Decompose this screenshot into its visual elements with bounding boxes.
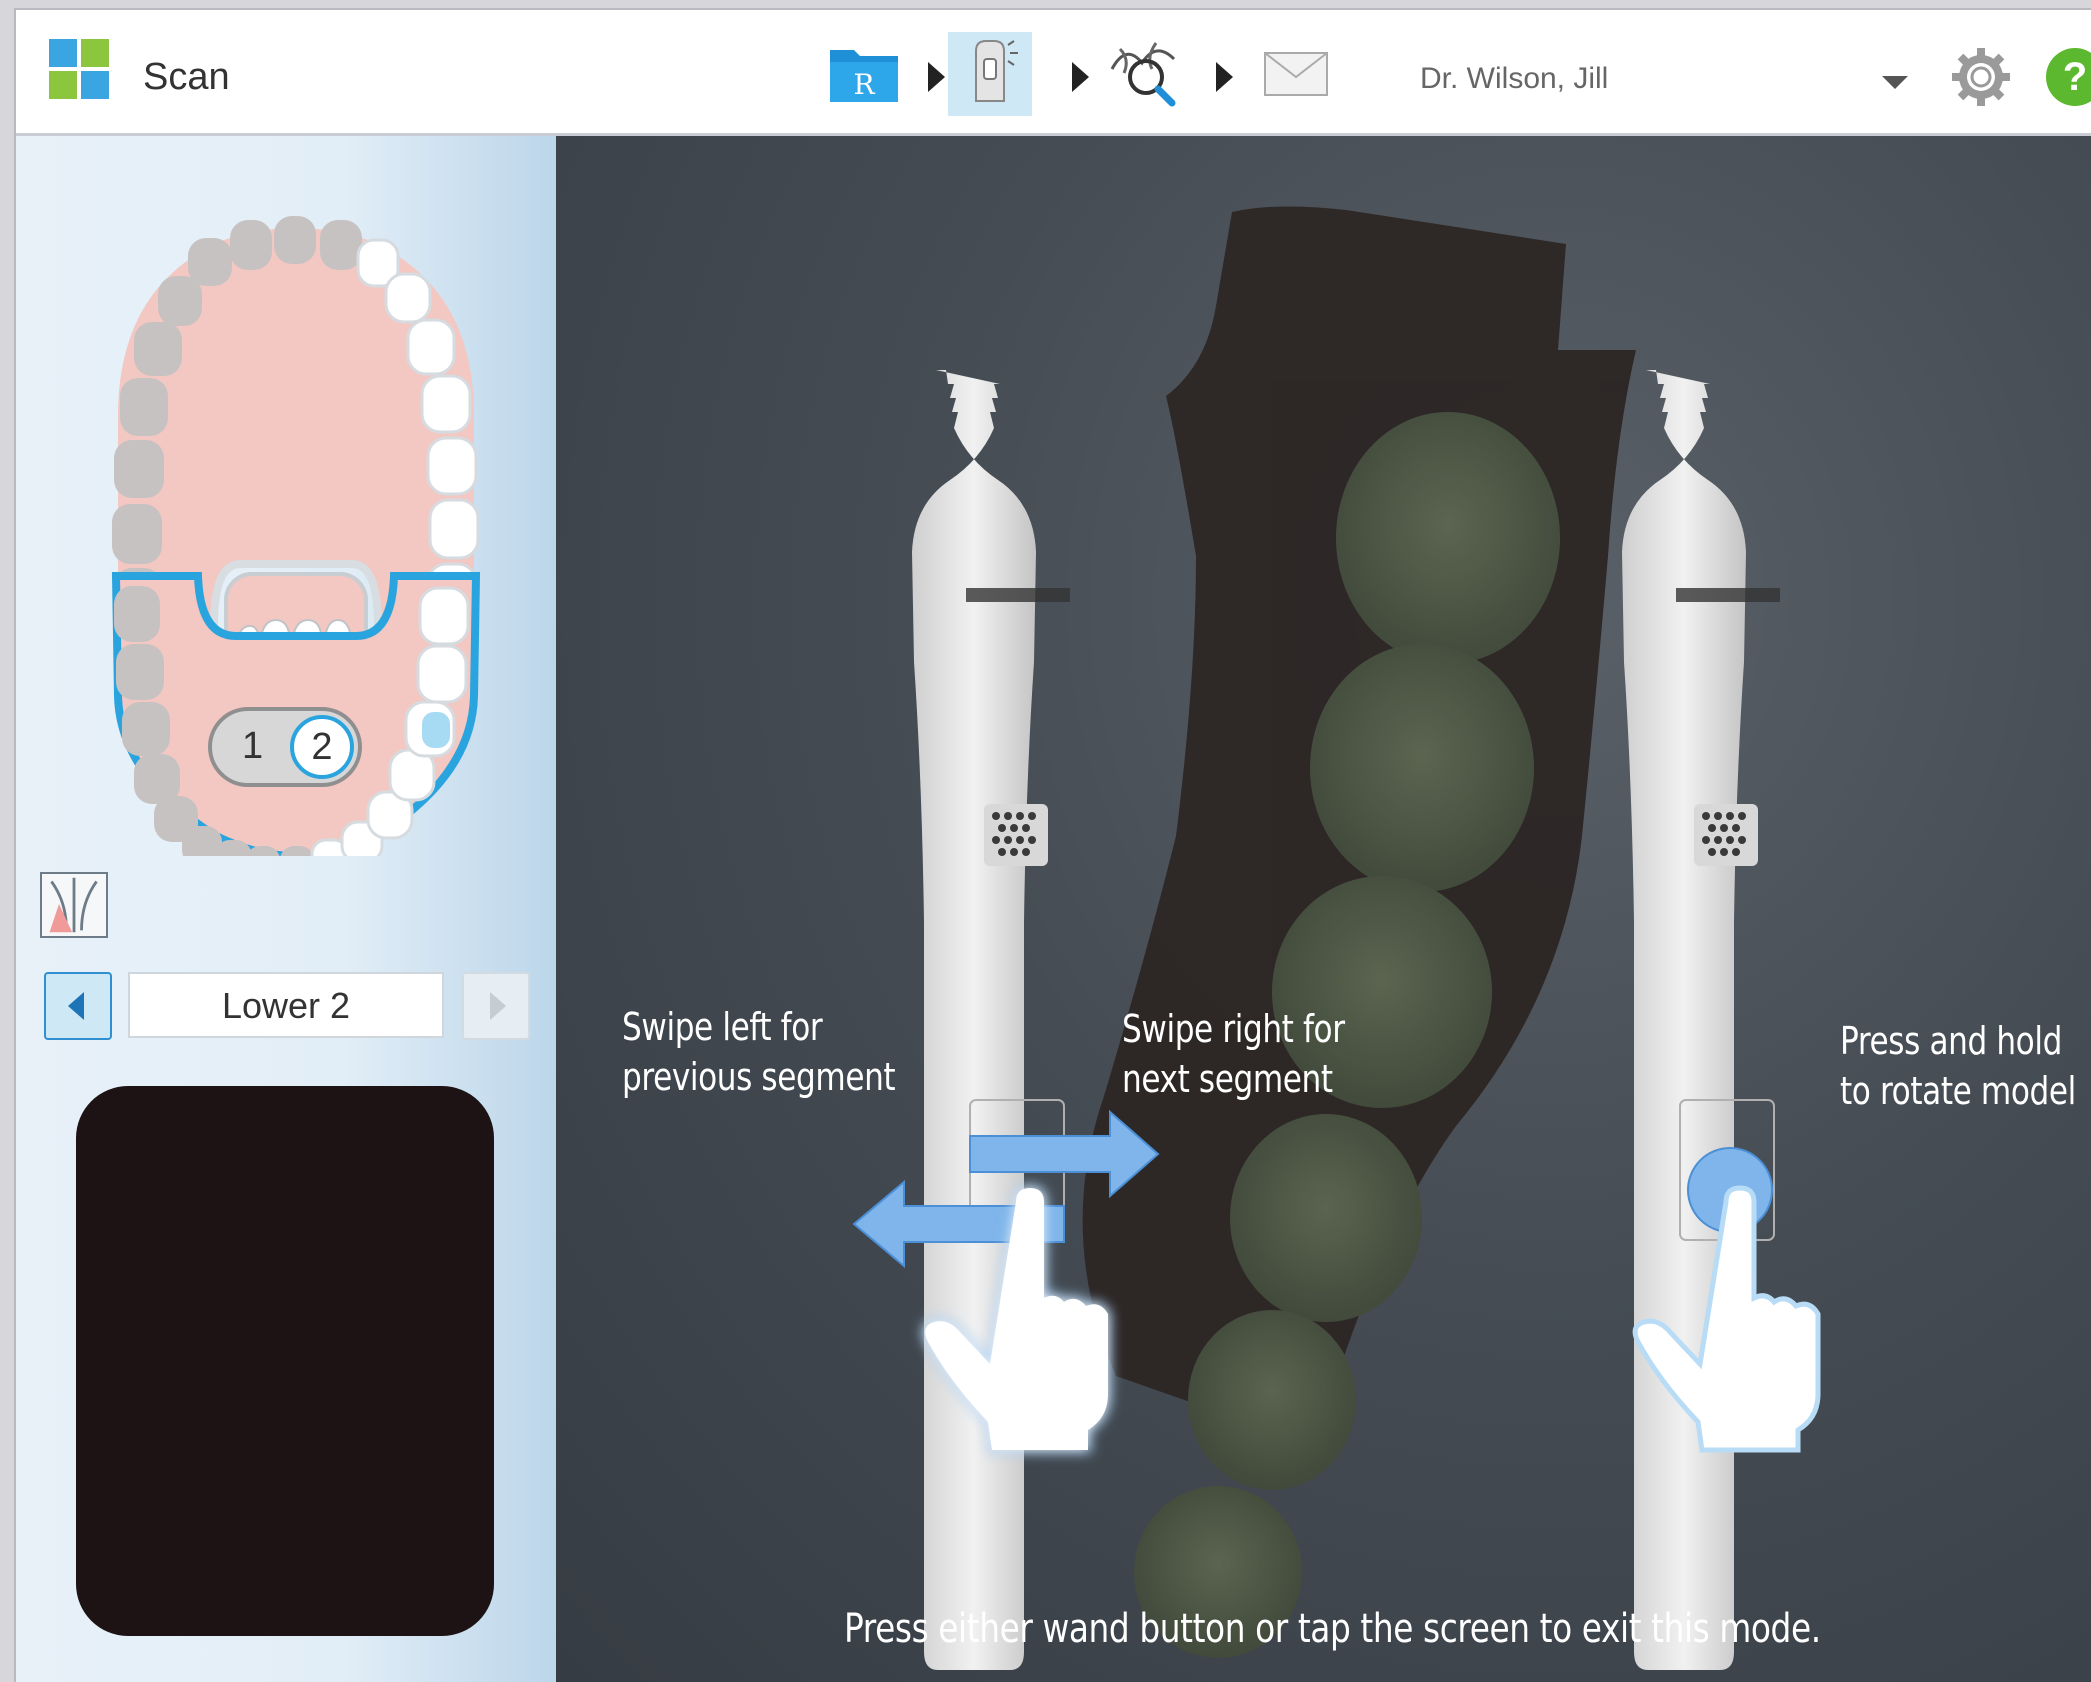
step-arrow-icon	[928, 62, 945, 92]
caption-line: previous segment	[622, 1055, 896, 1099]
scanned-model	[1082, 206, 1636, 1658]
scan-viewport[interactable]: Swipe left for previous segment Swipe ri…	[556, 136, 2091, 1682]
view-magnify-icon	[1110, 42, 1176, 107]
swipe-right-caption: Swipe right for next segment	[1122, 1004, 1345, 1104]
step-arrow-icon	[1216, 62, 1233, 92]
caption-line: Press and hold	[1840, 1019, 2062, 1063]
exit-mode-hint: Press either wand button or tap the scre…	[844, 1606, 1821, 1652]
scan-step-button[interactable]	[948, 32, 1032, 116]
doctor-selector[interactable]: Dr. Wilson, Jill	[1420, 62, 1608, 96]
live-camera-view	[76, 1086, 494, 1636]
rx-folder-icon: R	[830, 50, 898, 102]
wand-icon	[975, 40, 1018, 102]
wand-right-illustration	[1622, 370, 1821, 1670]
top-bar: Scan R Dr. Wilson, Jill ?	[16, 10, 2091, 136]
rotation-tutorial-illustration	[852, 206, 1821, 1670]
previous-segment-button[interactable]	[44, 972, 112, 1040]
segment-2-label[interactable]: 2	[290, 715, 354, 779]
rx-label: R	[853, 68, 875, 101]
next-segment-button[interactable]	[462, 972, 530, 1040]
segment-1-label[interactable]: 1	[242, 725, 263, 768]
segment-toggle[interactable]: 1 2	[208, 707, 362, 787]
scan-sidebar: 1 2 Lower 2	[16, 136, 556, 1682]
wand-left-illustration	[912, 370, 1070, 1670]
app-menu-icon[interactable]	[49, 39, 109, 99]
caption-line: Swipe right for	[1122, 1007, 1345, 1051]
page-title: Scan	[143, 56, 230, 98]
caption-line: Swipe left for	[622, 1005, 823, 1049]
envelope-icon	[1264, 52, 1328, 96]
scan-window: Scan R Dr. Wilson, Jill ? 1 2 Lower 2 Sw…	[14, 8, 2091, 1682]
help-icon[interactable]: ?	[2046, 48, 2091, 106]
view-step-button[interactable]	[1104, 32, 1188, 116]
press-hold-caption: Press and hold to rotate model	[1840, 1016, 2076, 1116]
gear-icon[interactable]	[1950, 46, 2012, 108]
step-arrow-icon	[1072, 62, 1089, 92]
caption-line: to rotate model	[1840, 1069, 2076, 1113]
swipe-left-caption: Swipe left for previous segment	[622, 1002, 896, 1102]
caption-line: next segment	[1122, 1057, 1333, 1101]
rx-step-button[interactable]: R	[822, 32, 906, 116]
occlusion-icon[interactable]	[40, 872, 108, 938]
chevron-down-icon[interactable]	[1882, 76, 1908, 89]
segment-name: Lower 2	[128, 972, 444, 1038]
send-step-button[interactable]	[1254, 32, 1338, 116]
